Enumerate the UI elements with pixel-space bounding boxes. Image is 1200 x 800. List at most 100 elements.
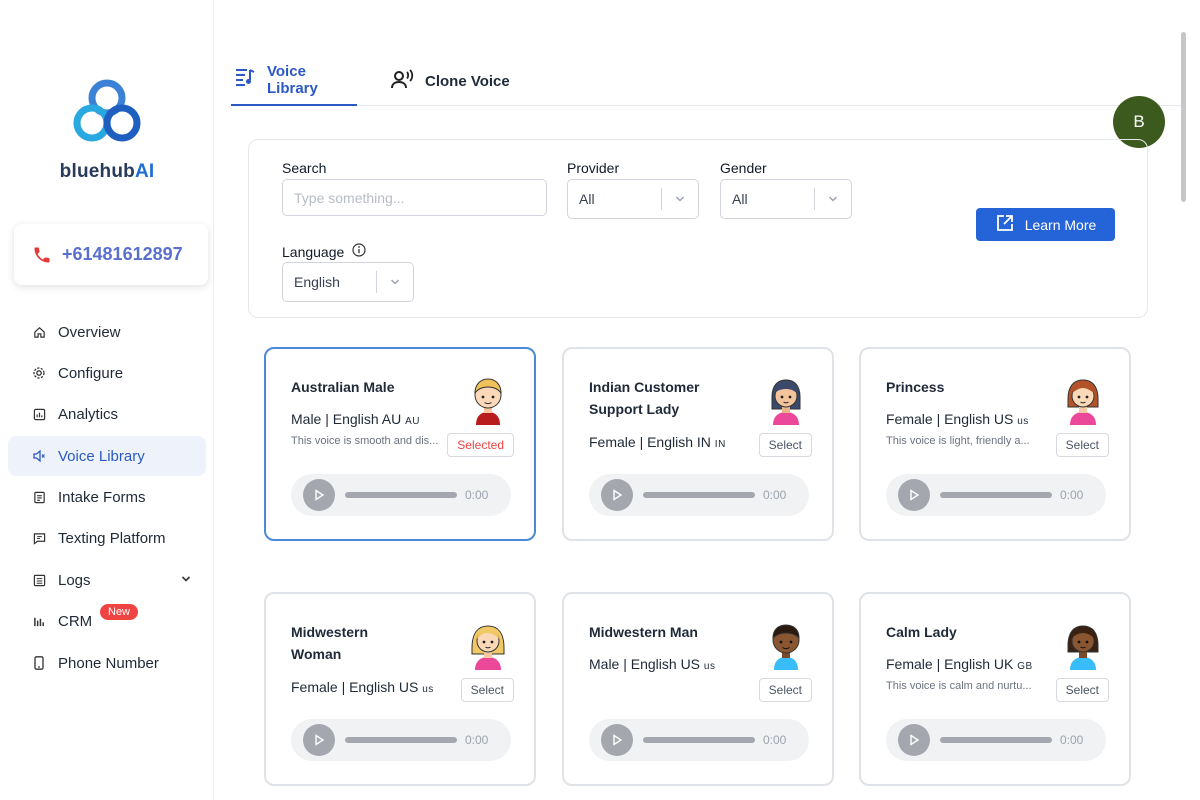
- audio-progress-track[interactable]: [940, 492, 1052, 498]
- voice-select-button[interactable]: Select: [460, 678, 514, 702]
- voice-name: Midwestern Woman: [291, 624, 369, 662]
- voice-meta: Female | English US us: [886, 411, 1029, 427]
- voice-meta: Female | English US us: [291, 679, 434, 695]
- voice-meta-text: Female | English US: [291, 679, 419, 695]
- chevron-down-icon: [815, 193, 851, 205]
- voice-name: Princess: [886, 379, 945, 395]
- provider-value: All: [579, 191, 595, 207]
- tab-voice-library[interactable]: Voice Library: [231, 56, 357, 106]
- female-avatar-icon: [471, 625, 505, 670]
- voice-card-indian-customer-support-lady[interactable]: Indian Customer Support Lady Female | En…: [562, 347, 834, 541]
- voice-select-button[interactable]: Select: [758, 433, 812, 457]
- voice-name: Midwestern Man: [589, 624, 698, 640]
- voice-card-australian-male[interactable]: Australian Male Male | English AU AU Thi…: [264, 347, 536, 541]
- voice-card-midwestern-woman[interactable]: Midwestern Woman Female | English US us …: [264, 592, 536, 786]
- home-icon: [32, 325, 46, 339]
- audio-progress-track[interactable]: [643, 737, 755, 743]
- sidebar-item-texting-platform[interactable]: Texting Platform: [8, 519, 206, 559]
- voice-card-midwestern-man[interactable]: Midwestern Man Male | English US us Sele…: [562, 592, 834, 786]
- play-icon[interactable]: [303, 724, 335, 756]
- voice-name: Australian Male: [291, 379, 395, 395]
- female-avatar-icon: [771, 379, 801, 425]
- voice-country-code: us: [422, 684, 434, 695]
- audio-progress-track[interactable]: [345, 737, 457, 743]
- phone-number-card[interactable]: +61481612897: [14, 224, 208, 285]
- brand-name-prefix: bluehub: [59, 161, 135, 182]
- audio-time: 0:00: [465, 488, 489, 502]
- provider-select[interactable]: All: [567, 179, 699, 219]
- language-label-row: Language: [282, 243, 366, 260]
- chart-icon: [32, 408, 46, 422]
- learn-more-label: Learn More: [1024, 216, 1097, 233]
- audio-progress-track[interactable]: [940, 737, 1052, 743]
- sidebar-item-label: Overview: [58, 323, 121, 341]
- sidebar-item-phone-number[interactable]: Phone Number: [8, 643, 206, 683]
- play-icon[interactable]: [303, 479, 335, 511]
- brand-logo[interactable]: bluehubAI: [0, 76, 214, 183]
- sidebar-item-analytics[interactable]: Analytics: [8, 395, 206, 435]
- play-icon[interactable]: [601, 479, 633, 511]
- sidebar-item-configure[interactable]: Configure: [8, 353, 206, 393]
- phone-icon: [34, 247, 50, 262]
- play-icon[interactable]: [601, 724, 633, 756]
- sidebar-item-label: Analytics: [58, 406, 119, 424]
- voice-country-code: GB: [1017, 661, 1033, 672]
- tab-clone-voice[interactable]: Clone Voice: [389, 56, 510, 106]
- audio-progress-track[interactable]: [643, 492, 755, 498]
- play-icon[interactable]: [898, 724, 930, 756]
- audio-time: 0:00: [465, 733, 489, 747]
- sidebar-item-voice-library[interactable]: Voice Library: [8, 436, 206, 477]
- voice-meta-text: Female | English IN: [589, 434, 711, 450]
- filter-panel: Search Provider All Gender All Language …: [248, 139, 1148, 318]
- voice-card-calm-lady[interactable]: Calm Lady Female | English UK GB This vo…: [859, 592, 1131, 786]
- female-avatar-icon: [1067, 379, 1099, 425]
- voice-meta-text: Female | English US: [886, 411, 1014, 427]
- search-input[interactable]: [282, 179, 547, 216]
- voice-description: This voice is calm and nurtu...: [886, 680, 1032, 692]
- voice-card-princess[interactable]: Princess Female | English US us This voi…: [859, 347, 1131, 541]
- voice-select-button[interactable]: Select: [1055, 433, 1109, 457]
- voice-select-button[interactable]: Select: [758, 678, 812, 702]
- sidebar: bluehubAI +61481612897 Overview Configur…: [0, 0, 214, 800]
- new-badge: New: [100, 603, 139, 620]
- sidebar-item-label: Configure: [58, 364, 124, 382]
- language-select[interactable]: English: [282, 262, 414, 302]
- page-scrollbar[interactable]: [1181, 32, 1186, 202]
- audio-player: 0:00: [886, 719, 1106, 761]
- sidebar-item-logs[interactable]: Logs: [8, 560, 206, 600]
- audio-player: 0:00: [886, 474, 1106, 516]
- info-icon[interactable]: [352, 243, 366, 260]
- voice-select-button[interactable]: Select: [1055, 678, 1109, 702]
- voice-meta: Male | English AU AU: [291, 411, 420, 427]
- female-avatar-icon: [1067, 625, 1099, 670]
- gender-select[interactable]: All: [720, 179, 852, 219]
- language-label: Language: [282, 243, 345, 260]
- male-avatar-icon: [772, 624, 800, 670]
- audio-player: 0:00: [291, 719, 511, 761]
- bluehub-logo-icon: [73, 79, 141, 142]
- voice-country-code: IN: [714, 439, 726, 450]
- learn-more-button[interactable]: Learn More: [976, 208, 1115, 241]
- phone-device-icon: [32, 656, 46, 670]
- clone-voice-icon: [389, 68, 415, 94]
- sidebar-nav: Overview Configure Analytics Voice Libra…: [8, 312, 206, 685]
- play-icon[interactable]: [898, 479, 930, 511]
- sidebar-item-overview[interactable]: Overview: [8, 312, 206, 352]
- voice-name: Indian Customer Support Lady: [589, 379, 700, 417]
- voice-selected-button[interactable]: Selected: [447, 433, 514, 457]
- brand-name-suffix: AI: [134, 161, 155, 182]
- voice-meta-text: Male | English AU: [291, 411, 402, 427]
- voice-description: This voice is smooth and dis...: [291, 435, 439, 447]
- chevron-down-icon[interactable]: [180, 572, 192, 589]
- sidebar-item-label: CRM: [58, 613, 93, 631]
- sidebar-item-label: Logs: [58, 571, 91, 589]
- sidebar-item-intake-forms[interactable]: Intake Forms: [8, 478, 206, 518]
- sidebar-item-label: Voice Library: [58, 447, 145, 465]
- male-avatar-icon: [474, 378, 502, 425]
- audio-time: 0:00: [1060, 488, 1084, 502]
- sidebar-item-crm[interactable]: CRM New: [8, 602, 206, 642]
- audio-progress-track[interactable]: [345, 492, 457, 498]
- audio-time: 0:00: [763, 733, 787, 747]
- voice-meta: Female | English UK GB: [886, 656, 1033, 672]
- log-icon: [32, 573, 46, 587]
